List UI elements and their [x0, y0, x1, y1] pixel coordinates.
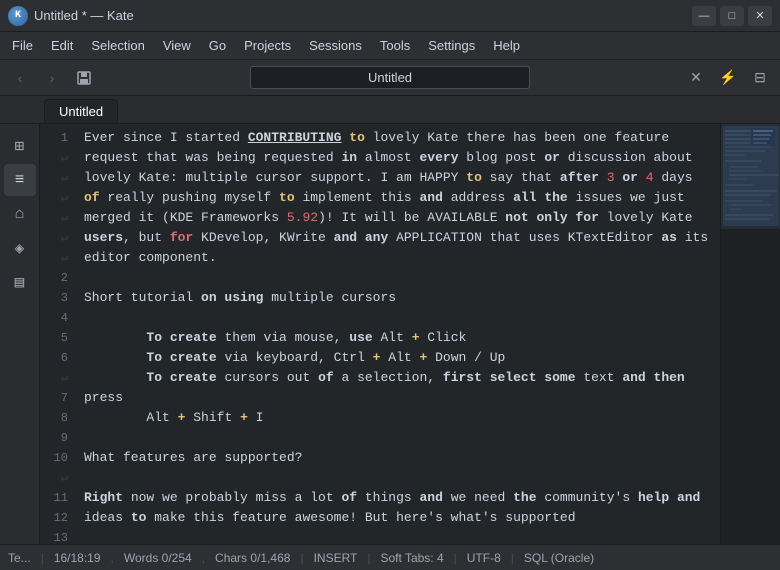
menubar: File Edit Selection View Go Projects Ses… [0, 32, 780, 60]
status-encoding: UTF-8 [467, 551, 501, 565]
line-14: Alt + Shift + I [84, 408, 712, 428]
line-12: To create via keyboard, Ctrl + Alt + Dow… [84, 348, 712, 368]
titlebar: K Untitled * — Kate — □ ✕ [0, 0, 780, 32]
line-13: To create cursors out of a selection, fi… [84, 368, 712, 408]
tab-untitled[interactable]: Untitled [44, 99, 118, 123]
line-6: users, but for KDevelop, KWrite and any … [84, 228, 712, 248]
line-15 [84, 428, 712, 448]
line-5: merged it (KDE Frameworks 5.92)! It will… [84, 208, 712, 228]
titlebar-controls: — □ ✕ [692, 6, 772, 26]
line-2: request that was being requested in almo… [84, 148, 712, 168]
editor-text[interactable]: Ever since I started CONTRIBUTING to lov… [76, 124, 720, 544]
close-button[interactable]: ✕ [748, 6, 772, 26]
main-area: ⊞ ≡ ⌂ ◈ ▤ 1 ↵ ↵ ↵ ↵ ↵ ↵ 2 3 4 5 6 ↵ 7 8 … [0, 124, 780, 544]
line-20 [84, 528, 712, 544]
line-19: ideas to make this feature awesome! But … [84, 508, 712, 528]
line-1: Ever since I started CONTRIBUTING to lov… [84, 128, 712, 148]
minimap-svg [721, 124, 780, 544]
line-numbers: 1 ↵ ↵ ↵ ↵ ↵ ↵ 2 3 4 5 6 ↵ 7 8 9 10 ↵ 11 … [40, 124, 76, 544]
title-text: Untitled * — Kate [34, 8, 134, 23]
menu-go[interactable]: Go [201, 35, 234, 56]
bookmark-icon[interactable]: ⌂ [4, 198, 36, 230]
menu-projects[interactable]: Projects [236, 35, 299, 56]
statusbar: Te... | 16/18:19 , Words 0/254 , Chars 0… [0, 544, 780, 570]
tab-strip: Untitled [0, 96, 780, 124]
line-8 [84, 268, 712, 288]
list-icon[interactable]: ≡ [4, 164, 36, 196]
status-tab[interactable]: Te... [8, 551, 31, 565]
save-button[interactable] [70, 64, 98, 92]
maximize-button[interactable]: □ [720, 6, 744, 26]
menu-help[interactable]: Help [485, 35, 528, 56]
status-syntax: SQL (Oracle) [524, 551, 594, 565]
status-mode: INSERT [314, 551, 358, 565]
location-bar[interactable] [250, 66, 530, 89]
line-3: lovely Kate: multiple cursor support. I … [84, 168, 712, 188]
new-tab-button[interactable]: ⚡ [714, 64, 742, 92]
menu-file[interactable]: File [4, 35, 41, 56]
titlebar-left: K Untitled * — Kate [8, 6, 134, 26]
line-17 [84, 468, 712, 488]
app-icon: K [8, 6, 28, 26]
line-16: What features are supported? [84, 448, 712, 468]
tab-bar-area [102, 66, 678, 89]
menu-view[interactable]: View [155, 35, 199, 56]
git-icon[interactable]: ◈ [4, 232, 36, 264]
line-18: Right now we probably miss a lot of thin… [84, 488, 712, 508]
nav-back-button[interactable]: ‹ [6, 64, 34, 92]
menu-tools[interactable]: Tools [372, 35, 418, 56]
menu-sessions[interactable]: Sessions [301, 35, 370, 56]
documents-icon[interactable]: ⊞ [4, 130, 36, 162]
sidebar: ⊞ ≡ ⌂ ◈ ▤ [0, 124, 40, 544]
folder-icon[interactable]: ▤ [4, 266, 36, 298]
split-view-button[interactable]: ⊟ [746, 64, 774, 92]
line-11: To create them via mouse, use Alt + Clic… [84, 328, 712, 348]
editor-container: 1 ↵ ↵ ↵ ↵ ↵ ↵ 2 3 4 5 6 ↵ 7 8 9 10 ↵ 11 … [40, 124, 780, 544]
menu-selection[interactable]: Selection [83, 35, 152, 56]
menu-edit[interactable]: Edit [43, 35, 81, 56]
nav-forward-button[interactable]: › [38, 64, 66, 92]
minimap [720, 124, 780, 544]
status-words: Words 0/254 [124, 551, 192, 565]
line-9: Short tutorial on using multiple cursors [84, 288, 712, 308]
toolbar: ‹ › ✕ ⚡ ⊟ [0, 60, 780, 96]
close-tab-button[interactable]: ✕ [682, 64, 710, 92]
menu-settings[interactable]: Settings [420, 35, 483, 56]
status-chars: Chars 0/1,468 [215, 551, 290, 565]
line-10 [84, 308, 712, 328]
line-7: editor component. [84, 248, 712, 268]
status-position: 16/18:19 [54, 551, 101, 565]
line-4: of really pushing myself to implement th… [84, 188, 712, 208]
status-tabs: Soft Tabs: 4 [380, 551, 443, 565]
minimize-button[interactable]: — [692, 6, 716, 26]
